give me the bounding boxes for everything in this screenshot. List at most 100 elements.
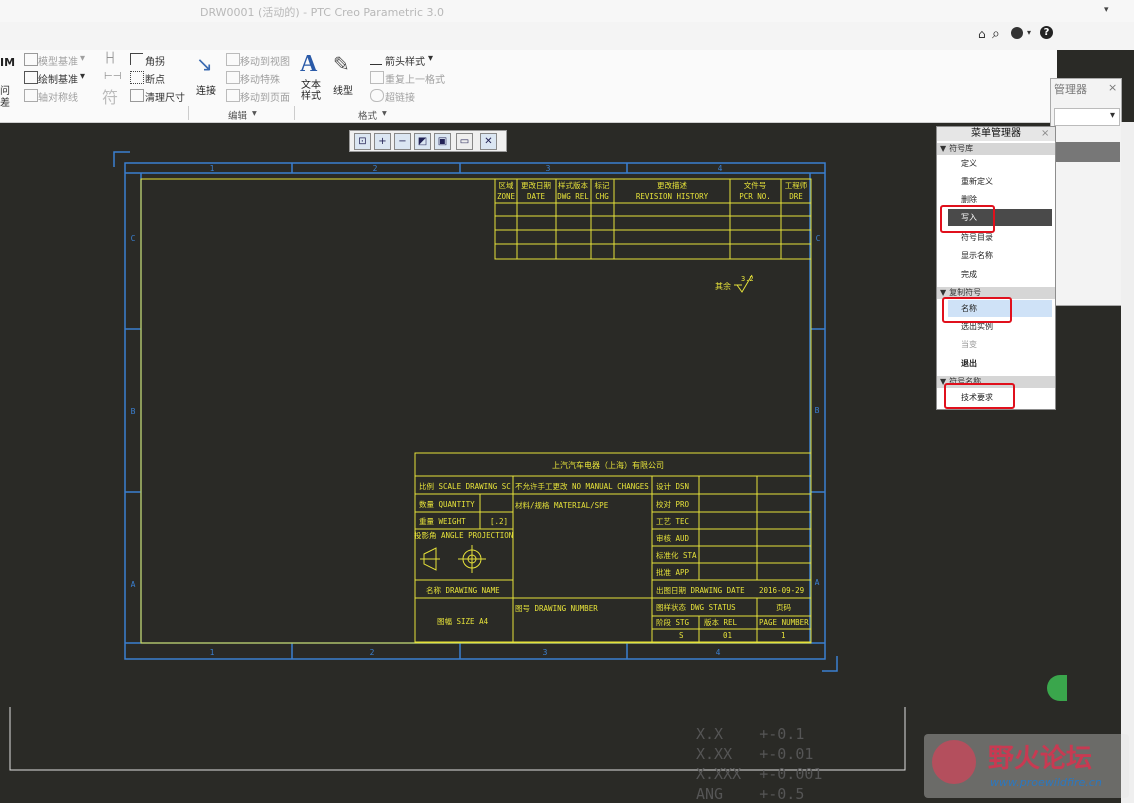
move-to-page-button[interactable]: 移动到页面 bbox=[240, 89, 290, 104]
rev-rel-cn: 样式版本 bbox=[558, 180, 588, 190]
ribbon-left-fragment2: 差 bbox=[0, 98, 10, 109]
highlight-write-item bbox=[940, 205, 995, 233]
top-col-2: 2 bbox=[373, 164, 378, 173]
rev-zone-cn: 区域 bbox=[499, 180, 514, 190]
model-datum-button[interactable]: 模型基准 bbox=[38, 53, 78, 68]
menu-item-quit[interactable]: 退出 bbox=[948, 355, 1052, 372]
zoom-out-icon[interactable]: − bbox=[394, 133, 411, 150]
menu-item-variable[interactable]: 当变 bbox=[948, 336, 1052, 353]
stage-value: S bbox=[679, 631, 684, 640]
window-title: DRW0001 (活动的) - PTC Creo Parametric 3.0 bbox=[200, 6, 444, 19]
top-col-4: 4 bbox=[718, 164, 723, 173]
repaint-icon[interactable]: ◩ bbox=[414, 133, 431, 150]
user-icon[interactable] bbox=[1011, 27, 1023, 39]
roughness-label: 其余 bbox=[715, 281, 731, 291]
version-label: 版本 REL bbox=[704, 617, 738, 627]
watermark: 野火论坛 www.proewildfire.cn bbox=[924, 734, 1129, 798]
text-style-icon: A bbox=[300, 51, 318, 77]
menu-item-show-names[interactable]: 显示名称 bbox=[948, 247, 1052, 264]
right-row-b: B bbox=[815, 406, 820, 415]
help-icon[interactable]: ? bbox=[1040, 26, 1053, 39]
drawing-date-label: 出图日期 DRAWING DATE bbox=[656, 585, 745, 595]
line-style-button[interactable]: 线型 bbox=[330, 82, 356, 97]
zoom-fit-icon[interactable]: ⊡ bbox=[354, 133, 371, 150]
rev-chg-en: CHG bbox=[595, 192, 609, 201]
right-row-c: C bbox=[816, 234, 821, 243]
weight-unit: [.2] bbox=[490, 517, 508, 526]
tab-strip: ⌂ ⌕ ▾ ? bbox=[0, 22, 1134, 50]
connect-button[interactable]: 连接 bbox=[194, 82, 218, 97]
search-icon[interactable]: ⌕ bbox=[992, 26, 1000, 42]
section-symbol-library[interactable]: ▼ 符号库 bbox=[937, 143, 1055, 155]
dimension-icons: ├┤ bbox=[104, 53, 117, 64]
line-style-icon: ✎ bbox=[333, 52, 350, 76]
rev-desc-en: REVISION HISTORY bbox=[636, 192, 709, 201]
menu-item-done[interactable]: 完成 bbox=[948, 266, 1052, 283]
stage-label: 阶段 STG bbox=[656, 617, 690, 627]
approval-tec: 工艺 TEC bbox=[656, 517, 689, 526]
sketch-datum-caret-icon[interactable]: ▾ bbox=[80, 71, 85, 82]
zoom-in-icon[interactable]: + bbox=[374, 133, 391, 150]
datum-display-icon[interactable]: ✕ bbox=[480, 133, 497, 150]
clean-dim-button[interactable]: 清理尺寸 bbox=[145, 89, 185, 104]
rev-rel-en: DWG REL bbox=[557, 192, 589, 201]
text-style-button[interactable]: 文本样式 bbox=[299, 80, 323, 102]
group-format-caret-icon[interactable]: ▾ bbox=[382, 108, 387, 119]
move-special-icon bbox=[226, 71, 240, 84]
group-edit-label[interactable]: 编辑 bbox=[228, 108, 247, 122]
menu-manager: 菜单管理器 × ▼ 符号库 定义 重新定义 删除 写入 符号目录 显示名称 完成 … bbox=[936, 126, 1056, 410]
repeat-format-button[interactable]: 重复上一格式 bbox=[385, 71, 445, 86]
approval-sta: 标准化 STA bbox=[656, 550, 697, 560]
background-panel-caret-icon[interactable]: ▾ bbox=[1110, 110, 1115, 121]
menu-item-define[interactable]: 定义 bbox=[948, 155, 1052, 172]
group-separator bbox=[294, 106, 295, 120]
arrow-style-icon bbox=[370, 53, 382, 65]
ribbon-tm-icon: IM bbox=[0, 56, 16, 69]
tolerance-table: X.X +-0.1 X.XX +-0.01 X.XXX +-0.001 ANG … bbox=[696, 725, 822, 803]
view-manager-icon[interactable]: ▭ bbox=[456, 133, 473, 150]
hyperlink-button[interactable]: 超链接 bbox=[385, 89, 415, 104]
display-style-icon[interactable]: ▣ bbox=[434, 133, 451, 150]
highlight-name-item bbox=[942, 297, 1012, 323]
projection-label: 投影角 ANGLE PROJECTION bbox=[414, 530, 513, 540]
group-edit-caret-icon[interactable]: ▾ bbox=[252, 108, 257, 119]
company-name: 上汽汽车电器（上海）有限公司 bbox=[552, 460, 664, 470]
breakpoint-button[interactable]: 断点 bbox=[145, 71, 165, 86]
arrow-style-button[interactable]: 箭头样式 bbox=[385, 53, 425, 68]
group-separator bbox=[188, 106, 189, 120]
graphics-toolbar: ⊡ + − ◩ ▣ ▭ ✕ bbox=[349, 130, 507, 152]
top-col-3: 3 bbox=[546, 164, 551, 173]
drawing-number-label: 图号 DRAWING NUMBER bbox=[515, 604, 598, 613]
rev-dre-cn: 工程师 bbox=[785, 180, 808, 190]
background-panel-close-icon[interactable]: × bbox=[1108, 81, 1117, 94]
roughness-symbol[interactable]: 其余 3.2 bbox=[715, 274, 754, 293]
approval-dsn: 设计 DSN bbox=[656, 481, 689, 491]
highlight-tech-req-item bbox=[944, 383, 1015, 409]
menu-manager-close-icon[interactable]: × bbox=[1041, 128, 1049, 139]
arrow-style-caret-icon[interactable]: ▾ bbox=[428, 53, 433, 64]
axis-symmetric-button[interactable]: 轴对称线 bbox=[38, 89, 78, 104]
move-to-view-button[interactable]: 移动到视图 bbox=[240, 53, 290, 68]
user-caret-icon[interactable]: ▾ bbox=[1027, 28, 1031, 37]
corner-button[interactable]: 角拐 bbox=[145, 53, 165, 68]
roughness-value: 3.2 bbox=[741, 275, 754, 283]
restore-icon[interactable]: ⌂ bbox=[978, 27, 986, 41]
left-row-c: C bbox=[131, 234, 136, 243]
tolerance-row-3: X.XXX +-0.001 bbox=[696, 765, 822, 783]
approval-pro: 校对 PRO bbox=[656, 499, 690, 509]
watermark-url: www.proewildfire.cn bbox=[990, 776, 1102, 789]
corner-icon bbox=[130, 53, 143, 65]
quick-access-caret-icon[interactable]: ▾ bbox=[1104, 5, 1109, 15]
status-green-icon[interactable] bbox=[1047, 675, 1067, 701]
rev-date-cn: 更改日期 bbox=[521, 180, 551, 190]
title-bar: DRW0001 (活动的) - PTC Creo Parametric 3.0 … bbox=[0, 0, 1134, 22]
sketch-datum-button[interactable]: 绘制基准 bbox=[38, 71, 78, 86]
no-manual-changes: 不允许手工更改 NO MANUAL CHANGES bbox=[515, 481, 649, 491]
tolerance-row-2: X.XX +-0.01 bbox=[696, 745, 813, 763]
tolerance-row-1: X.X +-0.1 bbox=[696, 725, 804, 743]
model-datum-caret-icon[interactable]: ▾ bbox=[80, 53, 85, 64]
group-format-label[interactable]: 格式 bbox=[358, 108, 377, 122]
rev-pcr-en: PCR NO. bbox=[739, 192, 771, 201]
move-special-button[interactable]: 移动特殊 bbox=[240, 71, 280, 86]
menu-item-redefine[interactable]: 重新定义 bbox=[948, 173, 1052, 190]
